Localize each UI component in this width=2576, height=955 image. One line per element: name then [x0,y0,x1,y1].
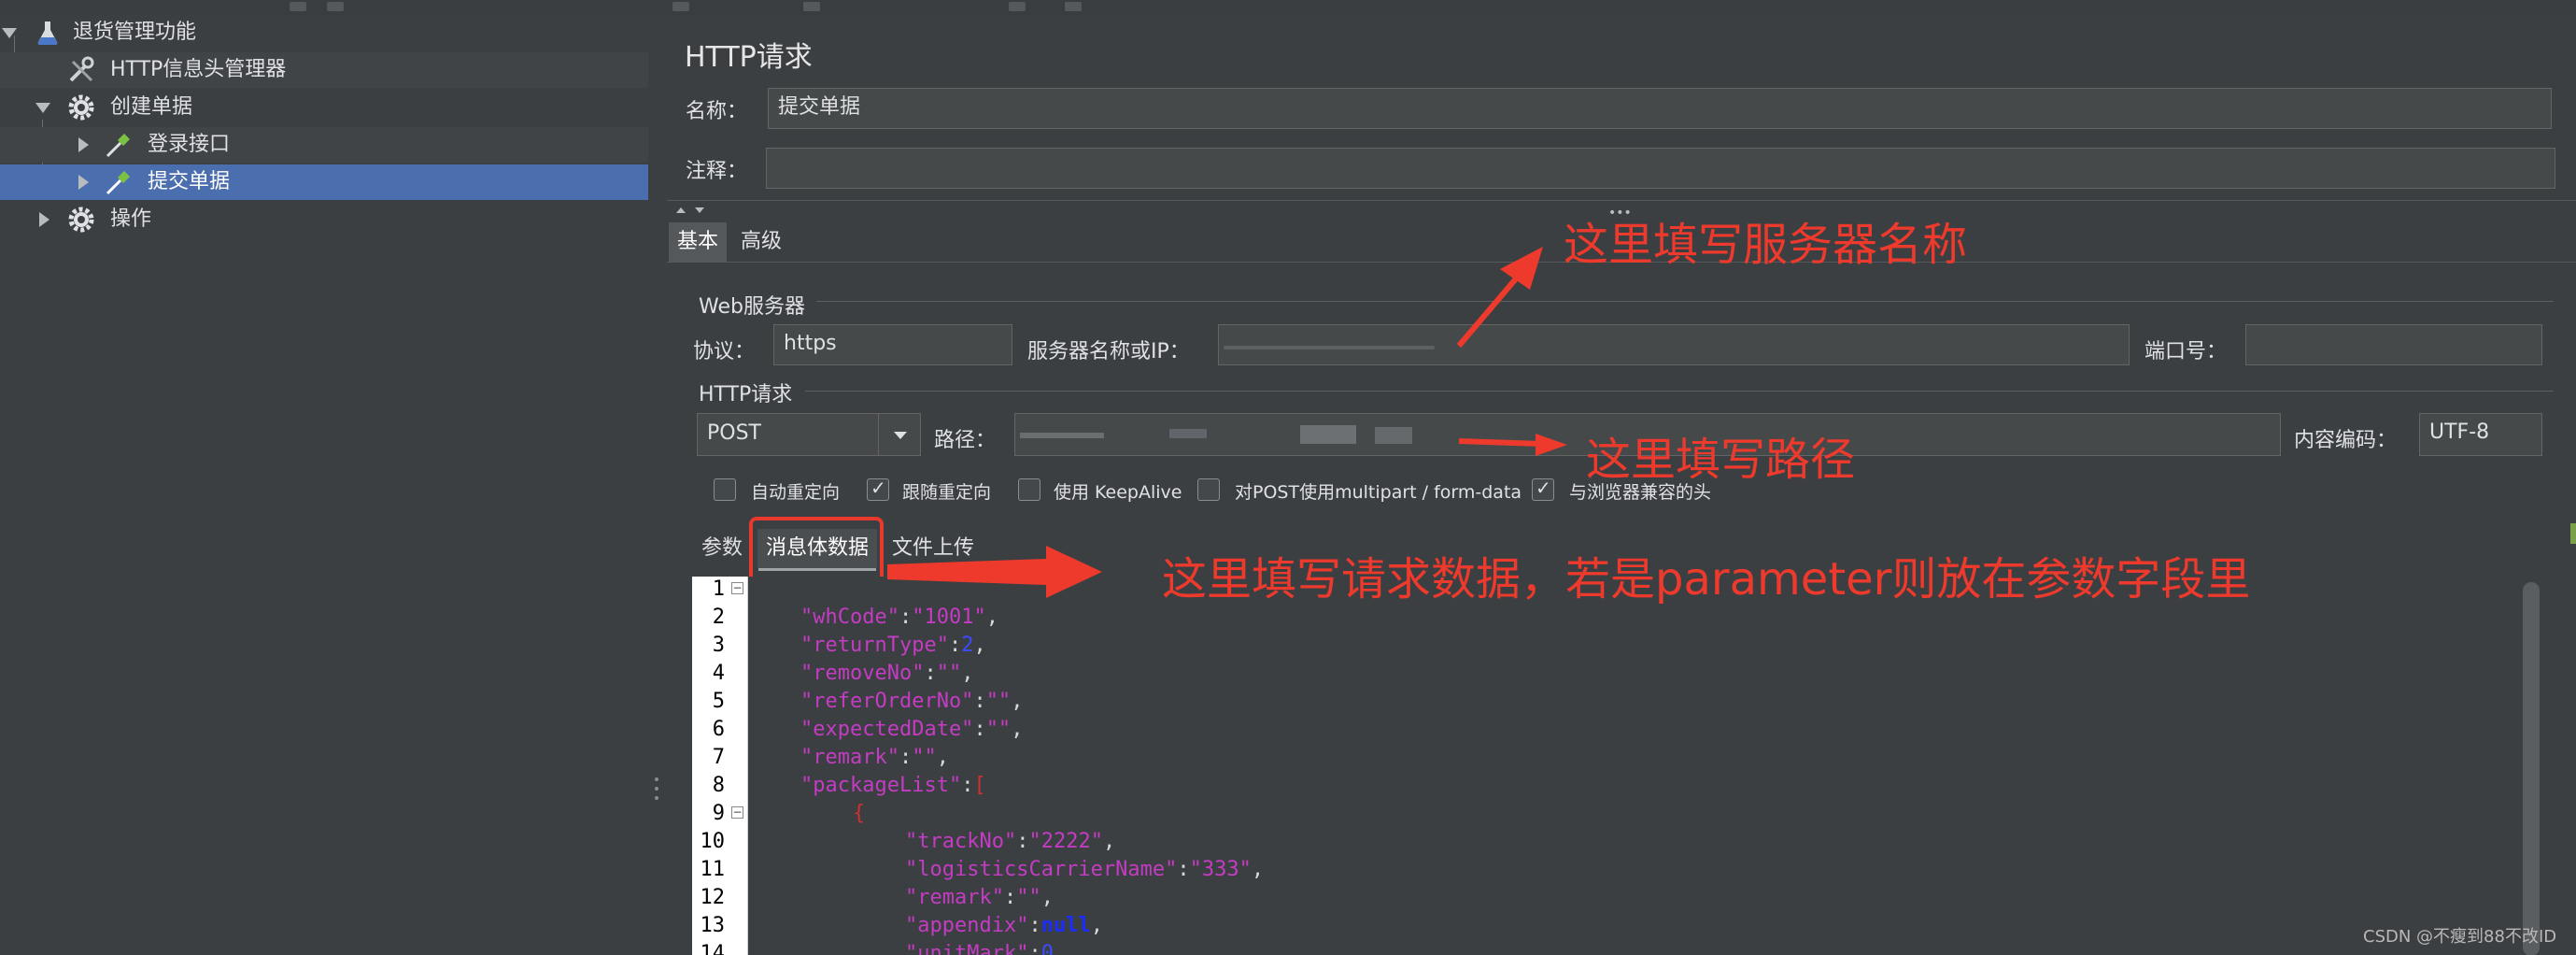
arrowhead [1500,247,1543,290]
watermark: CSDN @不瘦到88不改ID [2363,927,2557,947]
annotation-body: 这里填写请求数据，若是parameter则放在参数字段里 [1162,553,2251,606]
arrow-to-server [1456,269,1525,348]
annotation-arrows [887,247,1567,598]
annotation-path: 这里填写路径 [1586,434,1856,486]
arrow-to-path [1458,438,1542,447]
annotation-server: 这里填写服务器名称 [1564,219,1968,271]
arrowhead [1536,434,1567,456]
edge-marker [2570,523,2576,544]
arrow-to-body [887,546,1102,598]
